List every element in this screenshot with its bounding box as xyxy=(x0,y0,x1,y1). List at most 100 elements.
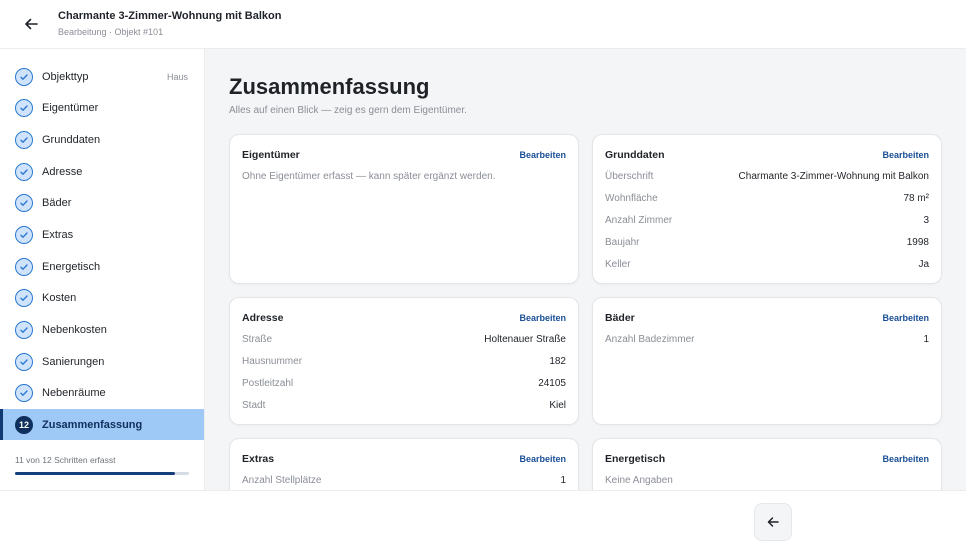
check-circle-icon xyxy=(15,193,33,212)
check-circle-icon xyxy=(15,98,33,117)
card-title: Energetisch xyxy=(605,453,666,465)
detail-value: 1 xyxy=(560,475,566,486)
sidebar-step-eigentuemer[interactable]: Eigentümer xyxy=(0,92,204,123)
detail-row: Postleitzahl 24105 xyxy=(242,378,566,400)
arrow-left-icon xyxy=(767,517,779,527)
detail-label: Anzahl Stellplätze xyxy=(242,475,322,486)
card-grunddaten: Grunddaten Bearbeiten Überschrift Charman… xyxy=(592,134,942,284)
card-title: Adresse xyxy=(242,312,284,324)
step-label: Bäder xyxy=(42,196,72,209)
page-header-subtitle: Bearbeitung · Objekt #101 xyxy=(58,27,164,37)
detail-label: Stadt xyxy=(242,400,266,411)
detail-value: 24105 xyxy=(538,378,566,389)
sidebar-step-kosten[interactable]: Kosten xyxy=(0,282,204,313)
card-note: Keine Angaben xyxy=(605,475,673,486)
card-title: Eigentümer xyxy=(242,149,300,161)
detail-value: Kiel xyxy=(549,400,566,411)
detail-row: Baujahr 1998 xyxy=(605,237,929,259)
sidebar-step-sanierungen[interactable]: Sanierungen xyxy=(0,346,204,377)
check-circle-icon xyxy=(15,225,33,244)
sidebar-step-baeder[interactable]: Bäder xyxy=(0,187,204,218)
card-eigentuemer: Eigentümer Bearbeiten Ohne Eigentümer er… xyxy=(229,134,579,284)
progress-text: 11 von 12 Schritten erfasst xyxy=(15,455,116,465)
top-header: Charmante 3-Zimmer-Wohnung mit Balkon Be… xyxy=(0,0,966,49)
detail-label: Wohnfläche xyxy=(605,193,658,204)
detail-label: Keller xyxy=(605,259,631,270)
detail-label: Hausnummer xyxy=(242,356,303,367)
edit-extras-button[interactable]: Bearbeiten xyxy=(519,454,566,464)
step-label: Sanierungen xyxy=(42,355,105,368)
detail-value: 1998 xyxy=(906,237,929,248)
step-tag: Haus xyxy=(166,71,188,82)
step-label: Eigentümer xyxy=(42,101,99,114)
summary-main: Zusammenfassung Alles auf einen Blick — … xyxy=(205,49,966,490)
step-label: Nebenkosten xyxy=(42,323,107,336)
check-circle-icon xyxy=(15,383,33,402)
step-label: Nebenräume xyxy=(42,386,106,399)
step-label: Grunddaten xyxy=(42,133,101,146)
sidebar-step-extras[interactable]: Extras xyxy=(0,219,204,250)
detail-row: Überschrift Charmante 3-Zimmer-Wohnung mi… xyxy=(605,171,929,193)
detail-label: Postleitzahl xyxy=(242,378,294,389)
step-label: Kosten xyxy=(42,291,77,304)
step-label: Objekttyp xyxy=(42,70,89,83)
card-title: Bäder xyxy=(605,312,635,324)
sidebar-step-adresse[interactable]: Adresse xyxy=(0,156,204,187)
card-note: Ohne Eigentümer erfasst — kann später er… xyxy=(242,171,496,182)
sidebar-step-objekttyp[interactable]: Objekttyp Haus xyxy=(0,61,204,92)
detail-value: Holtenauer Straße xyxy=(484,334,566,345)
check-circle-icon xyxy=(15,67,33,86)
edit-baeder-button[interactable]: Bearbeiten xyxy=(882,313,929,323)
detail-row: Anzahl Zimmer 3 xyxy=(605,215,929,237)
detail-label: Anzahl Zimmer xyxy=(605,215,673,226)
detail-row: Keller Ja xyxy=(605,259,929,281)
progress-bar-fill xyxy=(15,472,175,475)
card-energetisch: Energetisch Bearbeiten Keine Angaben xyxy=(592,438,942,490)
card-extras: Extras Bearbeiten Anzahl Stellplätze 1 xyxy=(229,438,579,490)
card-title: Grunddaten xyxy=(605,149,665,161)
detail-row: Hausnummer 182 xyxy=(242,356,566,378)
sidebar-step-energetisch[interactable]: Energetisch xyxy=(0,251,204,282)
check-circle-icon xyxy=(15,352,33,371)
sidebar-step-grunddaten[interactable]: Grunddaten xyxy=(0,124,204,155)
edit-grunddaten-button[interactable]: Bearbeiten xyxy=(882,150,929,160)
page-title: Zusammenfassung xyxy=(229,74,430,99)
page-subtitle: Alles auf einen Blick — zeig es gern dem… xyxy=(229,105,467,116)
page-header-title: Charmante 3-Zimmer-Wohnung mit Balkon xyxy=(58,10,282,22)
back-button[interactable] xyxy=(16,10,46,38)
step-label: Energetisch xyxy=(42,260,101,273)
sidebar-step-nebenkosten[interactable]: Nebenkosten xyxy=(0,314,204,345)
check-circle-icon xyxy=(15,288,33,307)
step-label: Adresse xyxy=(42,165,83,178)
detail-value: 182 xyxy=(549,356,566,367)
detail-label: Überschrift xyxy=(605,171,654,182)
arrow-left-icon xyxy=(25,18,38,30)
detail-value: 3 xyxy=(923,215,929,226)
sidebar-step-nebenraeume[interactable]: Nebenräume xyxy=(0,377,204,408)
step-label: Zusammenfassung xyxy=(42,418,143,431)
card-adresse: Adresse Bearbeiten Straße Holtenauer Stra… xyxy=(229,297,579,425)
step-label: Extras xyxy=(42,228,74,241)
step-sidebar: Objekttyp Haus Eigentümer Grunddaten Adr… xyxy=(0,49,205,490)
check-circle-icon xyxy=(15,162,33,181)
edit-adresse-button[interactable]: Bearbeiten xyxy=(519,313,566,323)
previous-step-button[interactable] xyxy=(754,503,792,541)
detail-row: Anzahl Stellplätze 1 xyxy=(242,475,566,490)
detail-label: Baujahr xyxy=(605,237,640,248)
step-number-badge: 12 xyxy=(15,415,33,434)
progress-bar xyxy=(15,472,189,475)
detail-value: 1 xyxy=(923,334,929,345)
edit-eigentuemer-button[interactable]: Bearbeiten xyxy=(519,150,566,160)
sidebar-step-zusammenfassung[interactable]: 12 Zusammenfassung xyxy=(0,409,204,440)
bottom-action-bar xyxy=(0,490,966,550)
detail-label: Straße xyxy=(242,334,273,345)
detail-value: Ja xyxy=(918,259,929,270)
detail-value: Charmante 3-Zimmer-Wohnung mit Balkon xyxy=(738,171,929,182)
detail-row: Straße Holtenauer Straße xyxy=(242,334,566,356)
detail-label: Anzahl Badezimmer xyxy=(605,334,695,345)
check-circle-icon xyxy=(15,257,33,276)
check-circle-icon xyxy=(15,320,33,339)
check-circle-icon xyxy=(15,130,33,149)
edit-energetisch-button[interactable]: Bearbeiten xyxy=(882,454,929,464)
detail-row: Wohnfläche 78 m² xyxy=(605,193,929,215)
